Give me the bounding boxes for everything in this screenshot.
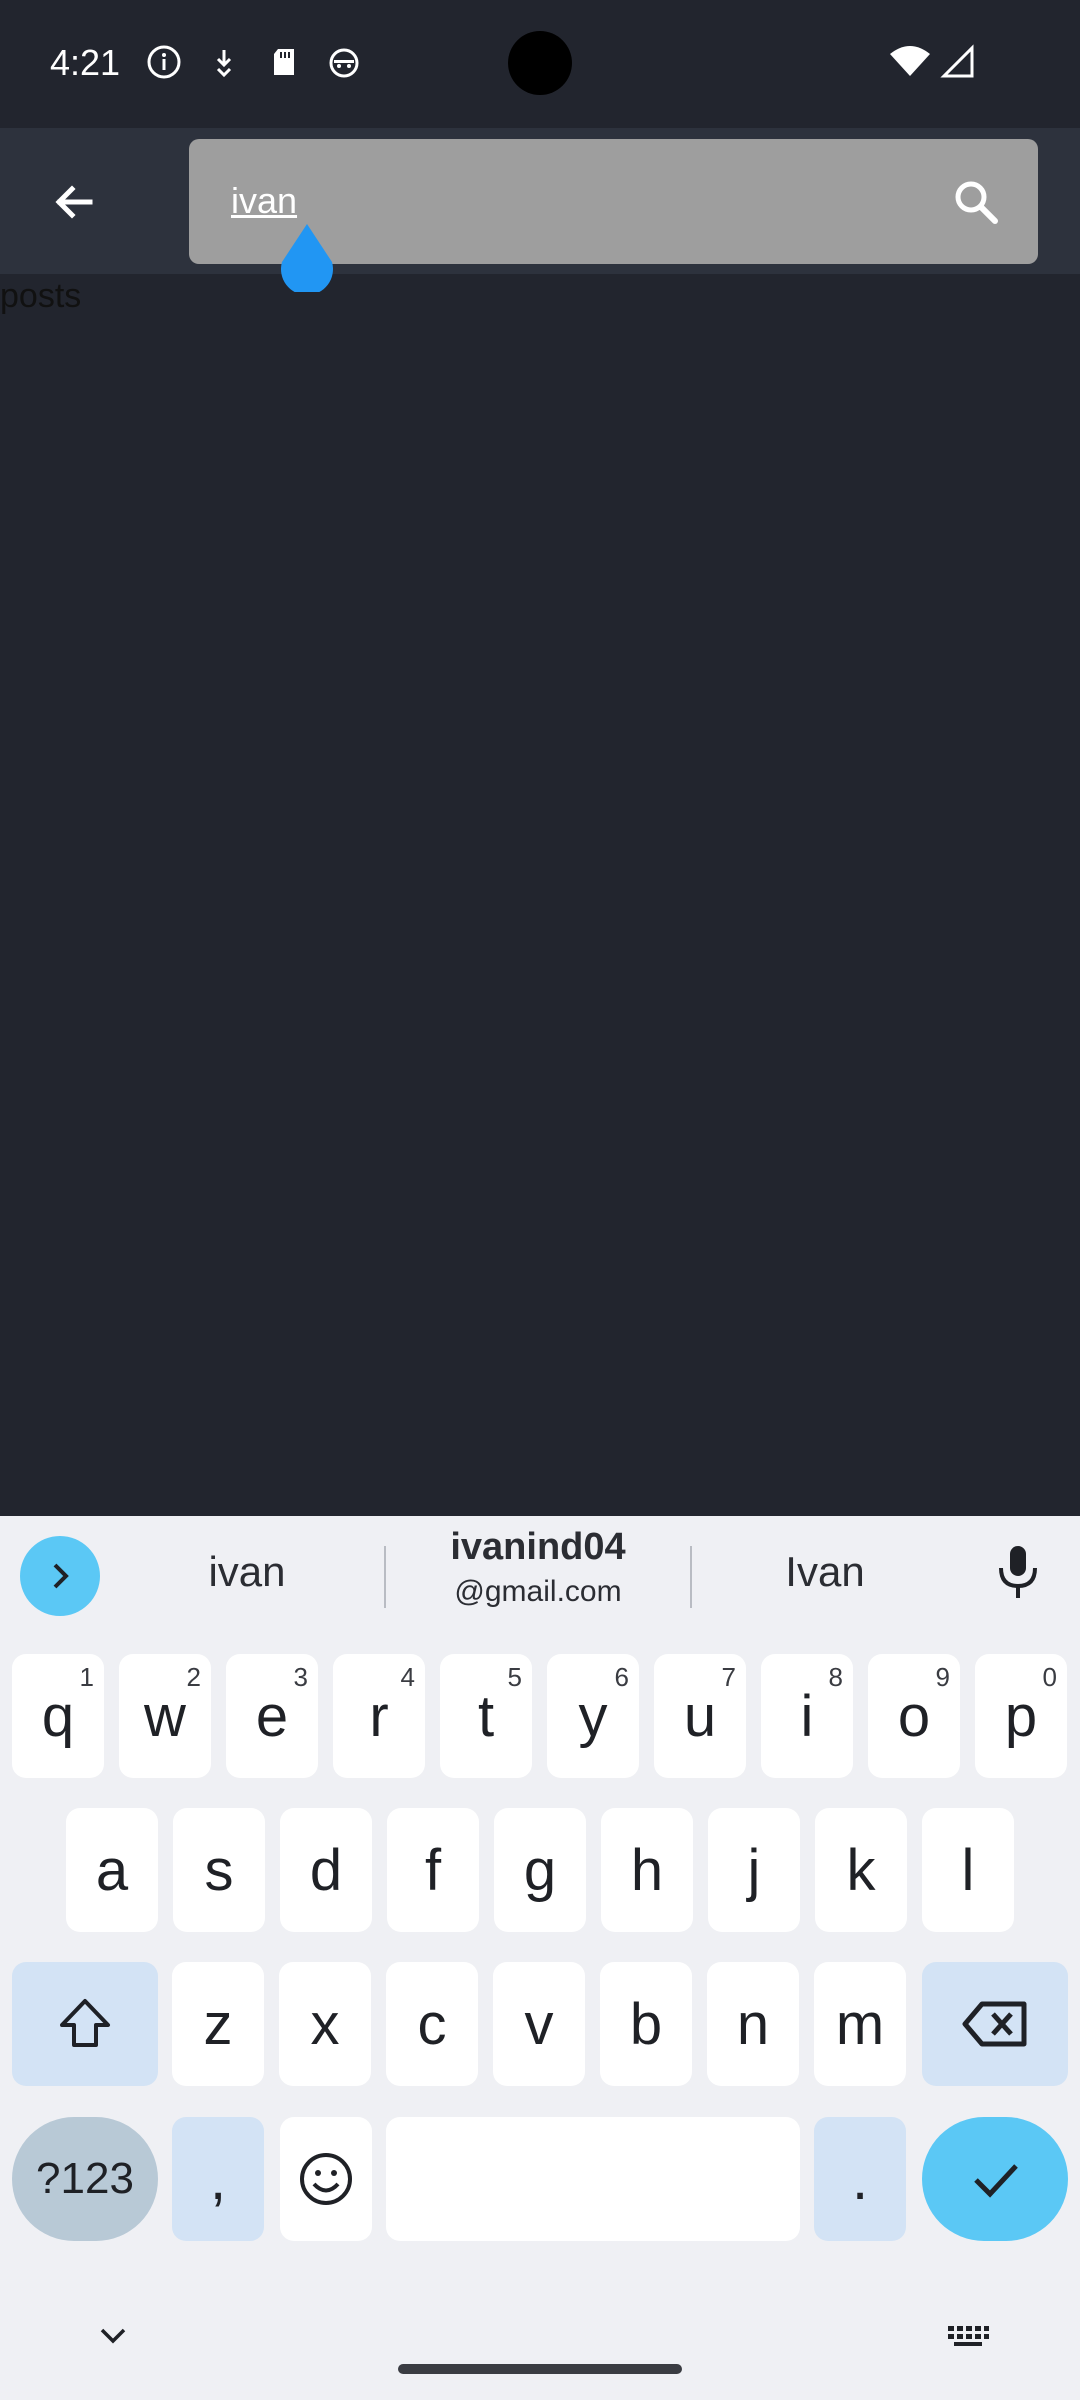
key-v[interactable]: v bbox=[493, 1962, 585, 2086]
posts-label: posts bbox=[0, 277, 82, 315]
key-i[interactable]: i8 bbox=[761, 1654, 853, 1778]
space-key[interactable] bbox=[386, 2117, 800, 2241]
suggestion-divider bbox=[690, 1546, 692, 1608]
key-hint: 0 bbox=[1042, 1662, 1057, 1692]
key-e[interactable]: e3 bbox=[226, 1654, 318, 1778]
key-c[interactable]: c bbox=[386, 1962, 478, 2086]
suggestion-left[interactable]: ivan bbox=[130, 1516, 364, 1628]
key-s[interactable]: s bbox=[173, 1808, 265, 1932]
key-hint: 6 bbox=[614, 1662, 629, 1692]
suggestion-center-main: ivanind04 bbox=[450, 1526, 626, 1568]
backspace-icon bbox=[962, 2001, 1027, 2047]
key-letter: r bbox=[369, 1683, 389, 1749]
suggestion-bar: ivan ivanind04 @gmail.com Ivan bbox=[0, 1516, 1080, 1628]
key-r[interactable]: r4 bbox=[333, 1654, 425, 1778]
comma-key[interactable]: , bbox=[172, 2117, 264, 2241]
checkmark-icon bbox=[974, 2164, 1018, 2198]
key-m[interactable]: m bbox=[814, 1962, 906, 2086]
soft-keyboard: ivan ivanind04 @gmail.com Ivan ?123 , . … bbox=[0, 1516, 1080, 2400]
search-app-bar bbox=[0, 128, 1080, 274]
symbols-key[interactable]: ?123 bbox=[12, 2117, 158, 2241]
voice-input-button[interactable] bbox=[988, 1542, 1048, 1602]
key-hint: 2 bbox=[186, 1662, 201, 1692]
info-icon bbox=[146, 44, 182, 80]
key-p[interactable]: p0 bbox=[975, 1654, 1067, 1778]
keyboard-switch-icon[interactable] bbox=[946, 2320, 990, 2350]
key-x[interactable]: x bbox=[279, 1962, 371, 2086]
microphone-icon bbox=[999, 1546, 1037, 1598]
key-u[interactable]: u7 bbox=[654, 1654, 746, 1778]
download-notification-icon bbox=[206, 44, 242, 80]
suggestion-center-sub: @gmail.com bbox=[454, 1575, 622, 1608]
key-hint: 3 bbox=[293, 1662, 308, 1692]
emoji-smile-icon bbox=[300, 2153, 352, 2205]
key-letter: p bbox=[1004, 1683, 1038, 1749]
key-g[interactable]: g bbox=[494, 1808, 586, 1932]
screen: 4:21 ivan posts ivan ivanind04 @gmail.co… bbox=[0, 0, 1080, 2400]
key-j[interactable]: j bbox=[708, 1808, 800, 1932]
keyboard-bottom-bar bbox=[0, 2292, 1080, 2400]
suggestion-right[interactable]: Ivan bbox=[710, 1516, 940, 1628]
hide-keyboard-chevron-icon[interactable] bbox=[96, 2318, 130, 2352]
status-bar: 4:21 bbox=[0, 0, 1080, 128]
key-t[interactable]: t5 bbox=[440, 1654, 532, 1778]
wifi-icon bbox=[888, 44, 932, 80]
key-letter: q bbox=[41, 1683, 75, 1749]
suggestion-divider bbox=[384, 1546, 386, 1608]
chevron-right-icon bbox=[53, 1563, 69, 1589]
magnifier-icon bbox=[955, 181, 998, 224]
key-z[interactable]: z bbox=[172, 1962, 264, 2086]
arrow-left-icon bbox=[55, 185, 93, 219]
key-y[interactable]: y6 bbox=[547, 1654, 639, 1778]
key-q[interactable]: q1 bbox=[12, 1654, 104, 1778]
key-h[interactable]: h bbox=[601, 1808, 693, 1932]
key-hint: 8 bbox=[828, 1662, 843, 1692]
key-o[interactable]: o9 bbox=[868, 1654, 960, 1778]
gesture-navigation-pill[interactable] bbox=[398, 2364, 682, 2374]
key-a[interactable]: a bbox=[66, 1808, 158, 1932]
key-b[interactable]: b bbox=[600, 1962, 692, 2086]
key-l[interactable]: l bbox=[922, 1808, 1014, 1932]
key-letter: i bbox=[800, 1683, 814, 1749]
backspace-key[interactable] bbox=[922, 1962, 1068, 2086]
period-key[interactable]: . bbox=[814, 2117, 906, 2241]
done-key[interactable] bbox=[922, 2117, 1068, 2241]
cat-face-icon bbox=[326, 44, 362, 80]
key-k[interactable]: k bbox=[815, 1808, 907, 1932]
camera-cutout bbox=[508, 31, 572, 95]
key-hint: 5 bbox=[507, 1662, 522, 1692]
status-icons-left bbox=[146, 44, 362, 80]
key-letter: e bbox=[255, 1683, 289, 1749]
key-hint: 4 bbox=[400, 1662, 415, 1692]
key-letter: y bbox=[578, 1683, 608, 1749]
back-button[interactable] bbox=[34, 162, 114, 242]
shift-arrow-icon bbox=[60, 1999, 110, 2047]
key-d[interactable]: d bbox=[280, 1808, 372, 1932]
expand-toolbar-button[interactable] bbox=[20, 1536, 100, 1616]
key-hint: 9 bbox=[935, 1662, 950, 1692]
status-time: 4:21 bbox=[50, 42, 121, 83]
shift-key[interactable] bbox=[12, 1962, 158, 2086]
key-letter: o bbox=[897, 1683, 931, 1749]
key-letter: t bbox=[477, 1683, 495, 1749]
key-n[interactable]: n bbox=[707, 1962, 799, 2086]
text-cursor-handle[interactable] bbox=[278, 222, 336, 292]
suggestion-center[interactable]: ivanind04 @gmail.com bbox=[400, 1522, 676, 1622]
key-letter: u bbox=[683, 1683, 717, 1749]
key-letter: w bbox=[144, 1683, 186, 1749]
key-w[interactable]: w2 bbox=[119, 1654, 211, 1778]
key-f[interactable]: f bbox=[387, 1808, 479, 1932]
status-icons-right bbox=[888, 44, 976, 80]
key-hint: 1 bbox=[79, 1662, 94, 1692]
sd-card-icon bbox=[266, 44, 302, 80]
cellular-signal-icon bbox=[940, 44, 976, 80]
emoji-key[interactable] bbox=[280, 2117, 372, 2241]
key-hint: 7 bbox=[721, 1662, 736, 1692]
search-button[interactable] bbox=[943, 169, 1009, 235]
